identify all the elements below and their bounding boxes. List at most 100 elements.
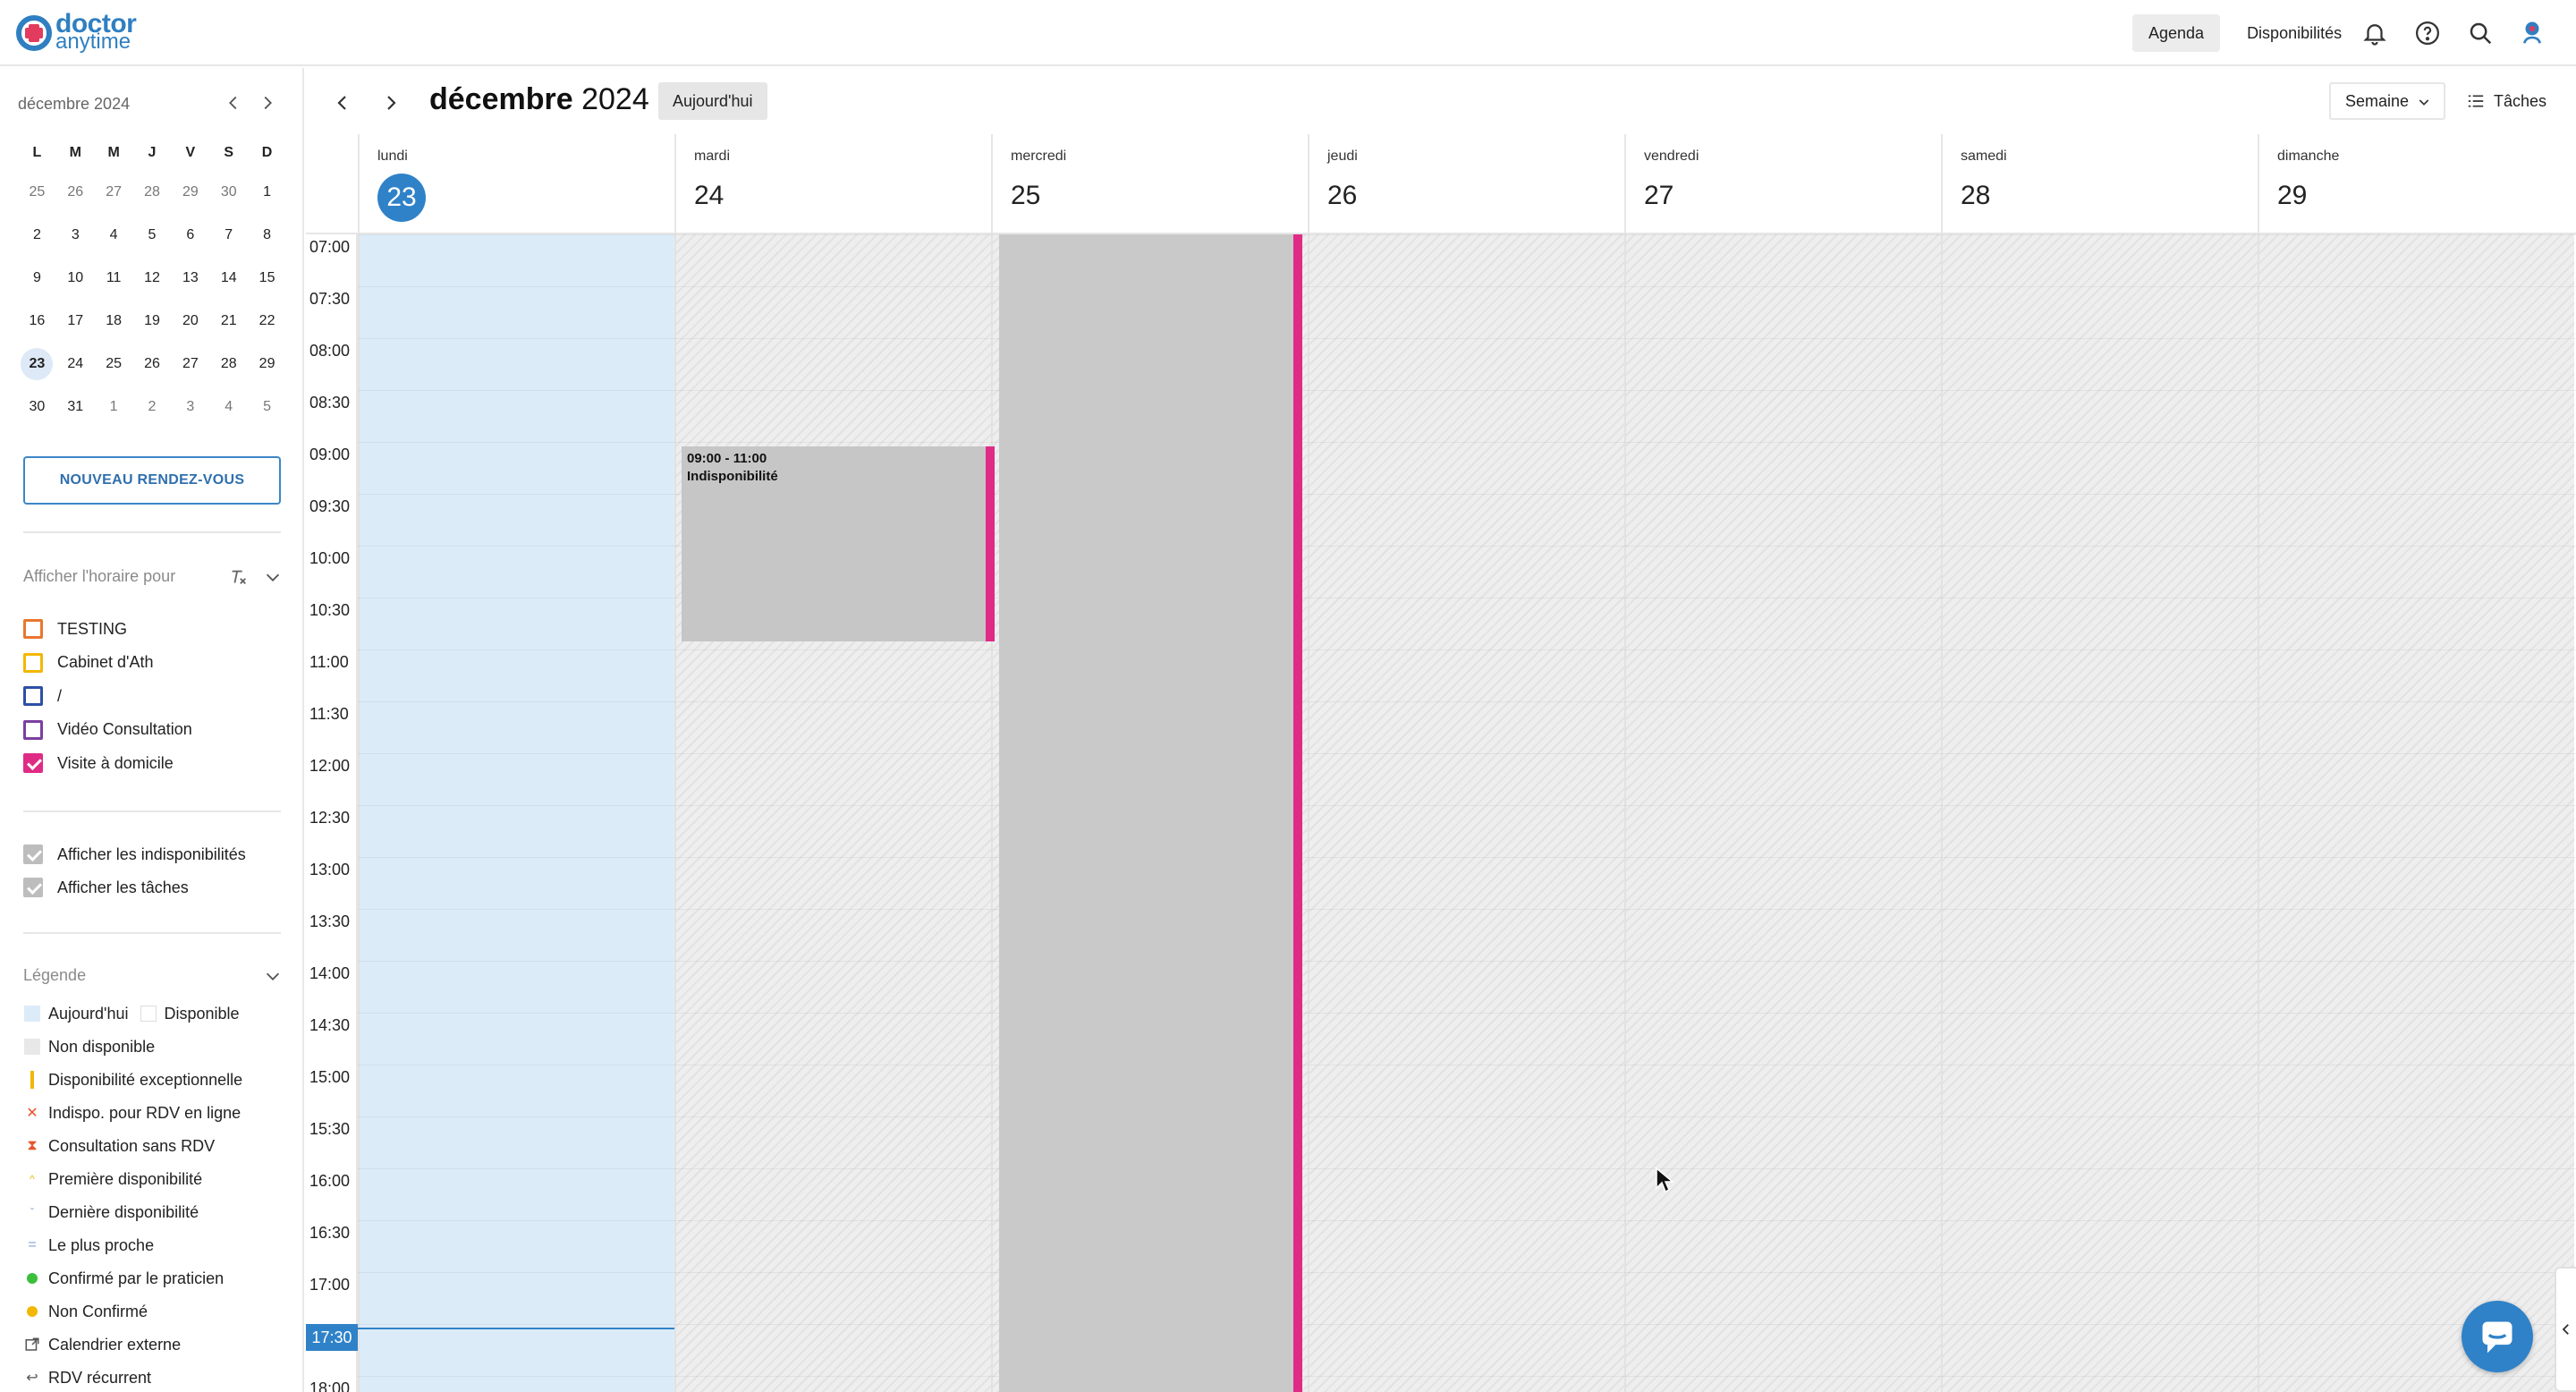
mini-day[interactable]: 14 xyxy=(209,257,248,300)
day-number-today[interactable]: 23 xyxy=(377,174,426,222)
bell-icon[interactable] xyxy=(2360,18,2390,48)
day-number[interactable]: 26 xyxy=(1327,181,1357,211)
help-icon[interactable] xyxy=(2412,18,2443,48)
day-number[interactable]: 25 xyxy=(1011,181,1040,211)
mini-day[interactable]: 27 xyxy=(171,343,209,386)
mini-day[interactable]: 21 xyxy=(209,300,248,343)
checkbox[interactable] xyxy=(23,753,43,773)
unavailability-event[interactable]: 09:00 - 11:00 Indisponibilité xyxy=(682,446,995,641)
day-header[interactable]: lundi 23 xyxy=(358,134,674,234)
checkbox[interactable] xyxy=(23,619,43,639)
schedule-filter-item[interactable]: TESTING xyxy=(23,617,127,641)
mini-day[interactable]: 10 xyxy=(56,257,95,300)
display-option[interactable]: Afficher les tâches xyxy=(23,876,189,899)
mini-day[interactable]: 1 xyxy=(248,171,286,214)
day-column[interactable] xyxy=(2258,234,2574,1392)
clear-filter-icon[interactable] xyxy=(229,567,249,587)
legend-first: ^ Première disponibilité xyxy=(23,1167,202,1191)
day-column[interactable] xyxy=(1941,234,2258,1392)
mini-day[interactable]: 19 xyxy=(133,300,172,343)
search-icon[interactable] xyxy=(2465,18,2496,48)
day-column[interactable] xyxy=(358,234,674,1392)
mini-day[interactable]: 28 xyxy=(133,171,172,214)
brand-logo[interactable]: doctor anytime xyxy=(16,9,137,57)
mini-day[interactable]: 29 xyxy=(248,343,286,386)
mini-day[interactable]: 22 xyxy=(248,300,286,343)
day-number[interactable]: 27 xyxy=(1644,181,1674,211)
mini-day[interactable]: 2 xyxy=(18,214,56,257)
mini-day[interactable]: 13 xyxy=(171,257,209,300)
day-number[interactable]: 28 xyxy=(1961,181,1990,211)
collapse-filter-icon[interactable] xyxy=(263,567,283,587)
mini-day[interactable]: 7 xyxy=(209,214,248,257)
view-selector[interactable]: Semaine xyxy=(2329,82,2445,120)
mini-day[interactable]: 30 xyxy=(18,386,56,429)
mini-day[interactable]: 17 xyxy=(56,300,95,343)
mini-prev-month-button[interactable] xyxy=(220,89,247,116)
checkbox[interactable] xyxy=(23,719,43,740)
mini-day[interactable]: 18 xyxy=(95,300,133,343)
day-column[interactable] xyxy=(1624,234,1941,1392)
tasks-button[interactable]: Tâches xyxy=(2467,82,2546,120)
new-appointment-button[interactable]: NOUVEAU RENDEZ-VOUS xyxy=(23,456,281,505)
mini-day[interactable]: 16 xyxy=(18,300,56,343)
day-header[interactable]: mardi 24 xyxy=(674,134,991,234)
day-column[interactable] xyxy=(1308,234,1624,1392)
mini-day[interactable]: 23 xyxy=(18,343,56,386)
schedule-filter-item[interactable]: Cabinet d'Ath xyxy=(23,651,154,675)
mini-day[interactable]: 5 xyxy=(133,214,172,257)
mini-day[interactable]: 5 xyxy=(248,386,286,429)
prev-week-button[interactable] xyxy=(327,88,358,118)
mini-day[interactable]: 15 xyxy=(248,257,286,300)
mini-day[interactable]: 26 xyxy=(56,171,95,214)
mini-day[interactable]: 1 xyxy=(95,386,133,429)
mini-day[interactable]: 3 xyxy=(171,386,209,429)
checkbox[interactable] xyxy=(23,878,43,897)
mini-day[interactable]: 2 xyxy=(133,386,172,429)
day-column[interactable] xyxy=(674,234,991,1392)
unavailable-block-wednesday[interactable] xyxy=(999,234,1298,1392)
mini-next-month-button[interactable] xyxy=(254,89,281,116)
mini-day[interactable]: 4 xyxy=(95,214,133,257)
mini-day[interactable]: 25 xyxy=(95,343,133,386)
mini-day[interactable]: 24 xyxy=(56,343,95,386)
display-option[interactable]: Afficher les indisponibilités xyxy=(23,843,246,866)
schedule-filter-item[interactable]: Visite à domicile xyxy=(23,751,174,775)
day-header[interactable]: mercredi 25 xyxy=(991,134,1308,234)
day-header[interactable]: jeudi 26 xyxy=(1308,134,1624,234)
checkbox[interactable] xyxy=(23,652,43,673)
nav-agenda[interactable]: Agenda xyxy=(2132,14,2221,52)
day-header[interactable]: vendredi 27 xyxy=(1624,134,1941,234)
profile-icon[interactable] xyxy=(2517,18,2547,48)
schedule-filter-item[interactable]: Vidéo Consultation xyxy=(23,718,192,742)
day-header[interactable]: samedi 28 xyxy=(1941,134,2258,234)
checkbox[interactable] xyxy=(23,686,43,706)
checkbox[interactable] xyxy=(23,845,43,864)
side-panel-toggle[interactable] xyxy=(2555,1267,2576,1392)
mini-day[interactable]: 31 xyxy=(56,386,95,429)
next-week-button[interactable] xyxy=(376,88,406,118)
mini-day[interactable]: 25 xyxy=(18,171,56,214)
chat-button[interactable] xyxy=(2462,1301,2533,1372)
mini-day[interactable]: 6 xyxy=(171,214,209,257)
schedule-filter-item[interactable]: / xyxy=(23,684,62,708)
legend-recurring: ↩ RDV récurrent xyxy=(23,1366,151,1389)
mini-day[interactable]: 3 xyxy=(56,214,95,257)
mini-day[interactable]: 9 xyxy=(18,257,56,300)
collapse-legend-icon[interactable] xyxy=(263,966,283,986)
day-header[interactable]: dimanche 29 xyxy=(2258,134,2574,234)
mini-day[interactable]: 28 xyxy=(209,343,248,386)
mini-day[interactable]: 4 xyxy=(209,386,248,429)
nav-availability[interactable]: Disponibilités xyxy=(2231,14,2358,52)
day-number[interactable]: 24 xyxy=(694,181,724,211)
mini-day[interactable]: 11 xyxy=(95,257,133,300)
mini-day[interactable]: 20 xyxy=(171,300,209,343)
day-number[interactable]: 29 xyxy=(2277,181,2307,211)
mini-day[interactable]: 27 xyxy=(95,171,133,214)
mini-day[interactable]: 26 xyxy=(133,343,172,386)
today-button[interactable]: Aujourd'hui xyxy=(658,82,767,120)
mini-day[interactable]: 30 xyxy=(209,171,248,214)
mini-day[interactable]: 29 xyxy=(171,171,209,214)
mini-day[interactable]: 12 xyxy=(133,257,172,300)
mini-day[interactable]: 8 xyxy=(248,214,286,257)
